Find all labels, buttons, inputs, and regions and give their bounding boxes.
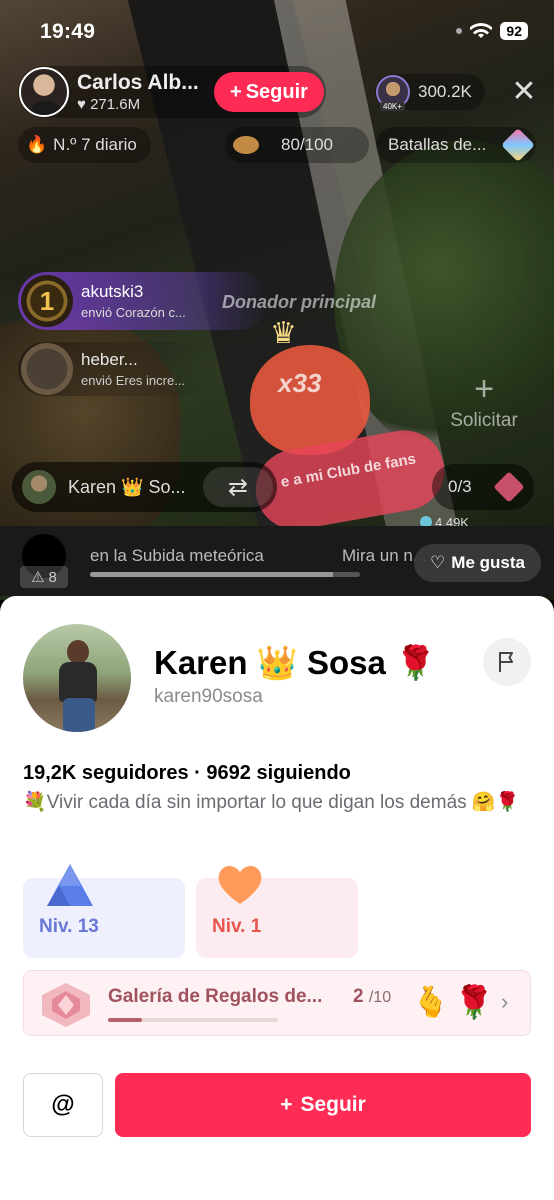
heart-outline-icon: ♡	[430, 553, 446, 572]
follow-button[interactable]: + Seguir	[115, 1073, 531, 1137]
slot-counter[interactable]: 0/3	[432, 464, 534, 510]
battery-indicator: 92	[500, 22, 528, 40]
ticker-text: en la Subida meteórica	[90, 546, 264, 565]
heart-level-icon	[218, 866, 262, 904]
gift-message: envió Corazón c...	[81, 305, 186, 320]
gallery-count: 2 /10	[353, 986, 392, 1007]
host-avatar[interactable]	[19, 67, 69, 117]
profile-name: Karen 👑 Sosa 🌹	[154, 644, 437, 681]
gift-combo: x33	[278, 368, 322, 398]
plus-icon: +	[474, 370, 494, 408]
gem-icon	[501, 128, 535, 162]
dot-icon	[456, 28, 463, 34]
ticker-progress	[90, 572, 360, 577]
mention-button[interactable]: @	[23, 1073, 103, 1137]
plus-icon: +	[280, 1093, 293, 1116]
host-likes: 271.6M	[90, 96, 141, 113]
rank-badge: ⚠ 8	[20, 566, 68, 588]
fan-level-badge-card[interactable]: Niv. 1	[196, 866, 358, 958]
gallery-title: Galería de Regalos de...	[108, 986, 323, 1007]
guest-avatar[interactable]	[22, 470, 56, 504]
wifi-icon	[470, 23, 493, 38]
rose-icon: 🌹	[454, 984, 494, 1020]
gift-icon: 🫰	[412, 986, 450, 1019]
battles-pill[interactable]: Batallas de...	[376, 127, 536, 163]
status-time: 19:49	[40, 20, 96, 43]
plus-icon: +	[230, 80, 242, 103]
heart-icon: ♥	[77, 96, 86, 113]
status-bar: 19:49 92	[0, 0, 554, 62]
profile-handle: karen90sosa	[154, 686, 263, 707]
gift-gallery-card[interactable]: Galería de Regalos de... 2 /10 🫰 🌹 ›	[23, 970, 531, 1036]
gallery-gem-icon	[42, 983, 90, 1027]
chevron-right-icon: ›	[501, 989, 509, 1014]
viewers-pill[interactable]: 40K+ 300.2K	[375, 74, 485, 111]
swap-icon[interactable]: ⇄	[203, 467, 273, 507]
profile-bio: 💐Vivir cada día sin importar lo que diga…	[23, 792, 520, 813]
follow-host-button[interactable]: + Seguir	[214, 72, 324, 112]
gallery-progress	[108, 1018, 278, 1022]
report-button[interactable]	[483, 638, 531, 686]
level-badge-card[interactable]: Niv. 13	[23, 864, 185, 958]
top-donor-label: Donador principal	[222, 292, 377, 312]
gift-message: envió Eres incre...	[81, 373, 186, 388]
avatar	[21, 343, 73, 395]
crown-icon: ♛	[270, 317, 297, 350]
fire-icon: 🔥	[26, 135, 48, 154]
viewer-level-badge: 40K+	[380, 102, 405, 111]
triangle-icon: ⚠	[31, 569, 45, 586]
top-viewer-avatar[interactable]: 40K+	[376, 75, 410, 111]
profile-avatar[interactable]	[23, 624, 131, 732]
viewer-count: 300.2K	[418, 82, 472, 101]
rank-medal-icon: 1	[21, 275, 73, 327]
follow-stats: 19,2K seguidores · 9692 siguiendo	[23, 762, 351, 784]
goal-pill[interactable]: 80/100	[225, 127, 369, 163]
planet-icon	[233, 136, 259, 154]
close-icon[interactable]: ✕	[508, 76, 540, 108]
daily-rank-pill[interactable]: 🔥 N.º 7 diario	[18, 127, 151, 163]
flag-icon	[499, 652, 513, 672]
like-button[interactable]: ♡ Me gusta	[414, 544, 541, 582]
gem-icon	[493, 471, 525, 503]
request-button[interactable]: + Solicitar	[434, 372, 534, 432]
guest-pill[interactable]: Karen 👑 So... ⇄	[12, 462, 277, 512]
profile-sheet: Karen 👑 Sosa 🌹 karen90sosa 19,2K seguido…	[0, 596, 554, 1200]
gift-sender: heber...	[81, 350, 138, 369]
host-pill[interactable]: Carlos Alb... ♥ 271.6M + Seguir	[18, 66, 326, 118]
gift-sender: akutski3	[81, 282, 144, 301]
triangle-level-icon	[47, 864, 93, 906]
gift-notification: heber... envió Eres incre...	[18, 342, 218, 396]
guest-name: Karen 👑 So...	[68, 476, 186, 497]
